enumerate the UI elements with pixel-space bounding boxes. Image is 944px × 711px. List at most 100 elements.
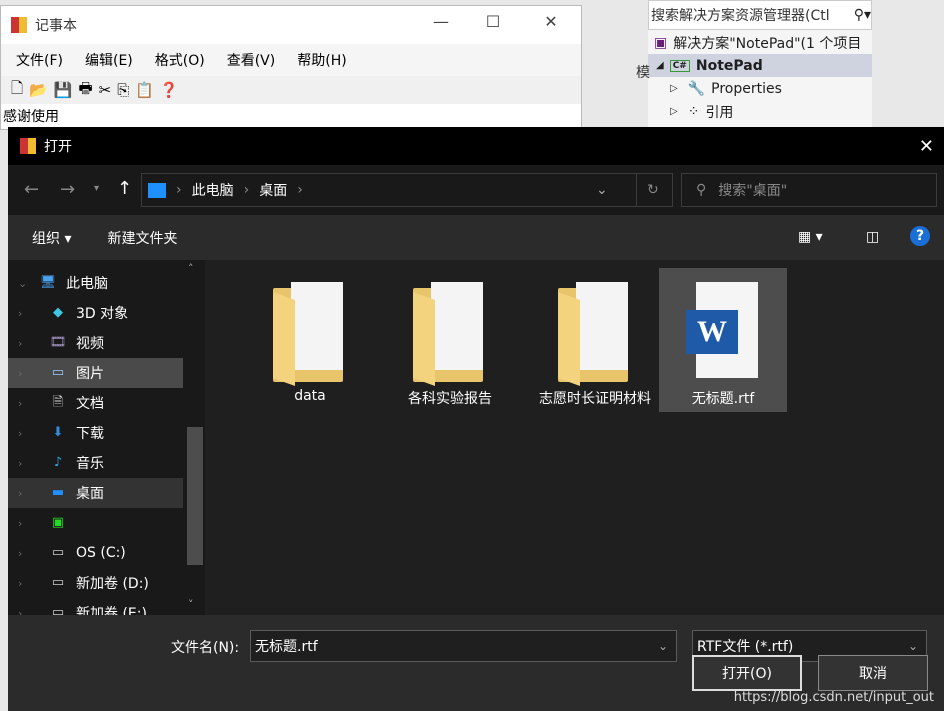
- word-document-icon: W: [686, 282, 760, 382]
- chevron-right-icon[interactable]: ›: [18, 307, 22, 320]
- chevron-right-icon[interactable]: ›: [18, 487, 22, 500]
- sidebar-item[interactable]: › ◆ 3D 对象: [8, 298, 183, 328]
- refresh-icon[interactable]: ↻: [636, 174, 659, 206]
- sidebar-item[interactable]: › ▭ 新加卷 (E:): [8, 598, 183, 615]
- pictures-icon: ▭: [51, 365, 65, 380]
- up-button[interactable]: ↑: [117, 178, 132, 199]
- search-icon[interactable]: ⚲▾: [854, 7, 871, 23]
- view-options-icon[interactable]: ▦ ▾: [798, 229, 823, 245]
- sidebar-item[interactable]: › 🗎 文档: [8, 388, 183, 418]
- dialog-close-button[interactable]: ✕: [919, 136, 934, 157]
- cut-icon[interactable]: ✂: [99, 81, 112, 99]
- csharp-project-icon: C#: [669, 59, 690, 72]
- chevron-right-icon[interactable]: ›: [18, 517, 22, 530]
- sidebar-item-label: 音乐: [76, 456, 104, 472]
- download-icon: ⬇: [52, 425, 64, 440]
- forward-button[interactable]: →: [60, 179, 75, 200]
- sidebar-item[interactable]: ⌄ 🖥 此电脑: [8, 268, 183, 298]
- properties-node[interactable]: Properties: [711, 81, 782, 97]
- cancel-button[interactable]: 取消: [818, 655, 928, 691]
- chevron-right-icon[interactable]: ›: [18, 337, 22, 350]
- open-icon[interactable]: 📂: [29, 81, 48, 99]
- address-dropdown-icon[interactable]: ⌄: [596, 182, 608, 198]
- sidebar-item[interactable]: › ♪ 音乐: [8, 448, 183, 478]
- collapse-icon[interactable]: ▷: [670, 106, 678, 117]
- notepad-text[interactable]: 感谢使用: [1, 104, 581, 128]
- recent-dropdown[interactable]: ▾: [94, 183, 99, 194]
- chevron-right-icon[interactable]: ›: [18, 367, 22, 380]
- project-node[interactable]: NotePad: [696, 58, 763, 74]
- music-icon: ♪: [53, 455, 63, 470]
- open-button[interactable]: 打开(O): [692, 655, 802, 691]
- maximize-button[interactable]: ☐: [473, 12, 513, 31]
- back-button[interactable]: ←: [24, 179, 39, 200]
- notepad-app-icon: [11, 17, 27, 33]
- menu-edit[interactable]: 编辑(E): [76, 50, 146, 70]
- navigation-pane: ⌄ 🖥 此电脑 › ◆ 3D 对象 › 🎞 视频 › ▭ 图片 › 🗎 文档 › ⬇ 下载 › ♪ 音乐 › ▬ 桌面 › ▣ › ▭…: [8, 260, 205, 615]
- chevron-right-icon[interactable]: ›: [18, 397, 22, 410]
- preview-pane-icon[interactable]: ◫: [866, 229, 879, 245]
- scrollbar-thumb[interactable]: [187, 427, 203, 565]
- video-icon: 🎞: [49, 335, 67, 350]
- drive-icon: ▭: [51, 605, 65, 615]
- breadcrumb-this-pc[interactable]: 此电脑: [192, 180, 234, 200]
- wrench-icon: 🔧: [687, 80, 706, 97]
- sidebar-item[interactable]: › 🎞 视频: [8, 328, 183, 358]
- desktop-icon: ▬: [51, 485, 65, 500]
- sidebar-item[interactable]: › ▬ 桌面: [8, 478, 183, 508]
- search-box[interactable]: ⚲ 搜索"桌面": [681, 173, 937, 207]
- file-name: 无标题.rtf: [691, 391, 755, 407]
- menu-file[interactable]: 文件(F): [7, 50, 76, 70]
- file-item[interactable]: 志愿时长证明材料: [531, 268, 659, 412]
- breadcrumb-desktop[interactable]: 桌面: [259, 180, 287, 200]
- chevron-right-icon[interactable]: ›: [18, 547, 22, 560]
- menu-help[interactable]: 帮助(H): [288, 50, 359, 70]
- chevron-right-icon[interactable]: ›: [18, 427, 22, 440]
- sidebar-item[interactable]: › ▭ OS (C:): [8, 538, 183, 568]
- scroll-down-icon[interactable]: ˅: [188, 598, 194, 611]
- filename-input[interactable]: 无标题.rtf ⌄: [250, 630, 677, 662]
- chevron-right-icon[interactable]: ›: [18, 577, 22, 590]
- solution-icon: ▣: [654, 34, 668, 51]
- sidebar-item[interactable]: › ▣: [8, 508, 183, 538]
- save-icon[interactable]: 💾: [54, 81, 73, 99]
- sidebar-item-label: 图片: [76, 366, 104, 382]
- help-icon[interactable]: ?: [910, 226, 930, 246]
- references-node[interactable]: 引用: [705, 102, 733, 122]
- cube-icon: ◆: [53, 305, 63, 320]
- scroll-up-icon[interactable]: ˄: [188, 262, 194, 275]
- computer-icon: 🖥: [39, 275, 57, 290]
- close-button[interactable]: ✕: [531, 12, 571, 31]
- solution-search-input[interactable]: 搜索解决方案资源管理器(Ctl: [651, 5, 836, 25]
- new-folder-button[interactable]: 新建文件夹: [107, 228, 177, 248]
- sidebar-item[interactable]: › ⬇ 下载: [8, 418, 183, 448]
- sidebar-item[interactable]: › ▭ 新加卷 (D:): [8, 568, 183, 598]
- open-file-dialog: 打开 ✕ ← → ▾ ↑ › 此电脑 › 桌面 › ⌄ ↻ ⚲ 搜索"桌面" 组织 ▾ …: [8, 127, 944, 711]
- organize-button[interactable]: 组织 ▾: [32, 228, 71, 248]
- menu-format[interactable]: 格式(O): [146, 50, 218, 70]
- solution-node[interactable]: 解决方案"NotePad"(1 个项目: [673, 33, 861, 53]
- collapse-icon[interactable]: ▷: [670, 83, 678, 94]
- file-item[interactable]: data: [246, 268, 374, 412]
- chevron-right-icon[interactable]: ›: [18, 607, 22, 616]
- file-item[interactable]: W 无标题.rtf: [659, 268, 787, 412]
- sidebar-item-label: OS (C:): [76, 545, 126, 561]
- folder-icon: [558, 282, 632, 387]
- help-icon[interactable]: ❓: [160, 81, 179, 99]
- navigation-scrollbar[interactable]: ˄ ˅: [185, 260, 203, 615]
- paste-icon[interactable]: 📋: [135, 81, 154, 99]
- expand-icon[interactable]: ◢: [656, 60, 664, 71]
- drive-icon: ▭: [51, 575, 65, 590]
- sidebar-item-label: 新加卷 (D:): [76, 576, 149, 592]
- file-item[interactable]: 各科实验报告: [386, 268, 514, 412]
- address-bar[interactable]: › 此电脑 › 桌面 › ⌄ ↻: [141, 173, 673, 207]
- print-icon[interactable]: 🖶: [78, 78, 92, 103]
- copy-icon[interactable]: ⎘: [117, 81, 129, 99]
- minimize-button[interactable]: —: [421, 12, 461, 31]
- menu-view[interactable]: 查看(V): [218, 50, 289, 70]
- chevron-right-icon[interactable]: ›: [18, 457, 22, 470]
- new-icon[interactable]: 🗋: [11, 78, 23, 103]
- sidebar-item[interactable]: › ▭ 图片: [8, 358, 183, 388]
- chevron-down-icon[interactable]: ⌄: [18, 277, 27, 290]
- solution-explorer: 搜索解决方案资源管理器(Ctl ⚲▾ ▣ 解决方案"NotePad"(1 个项目 ◢…: [648, 0, 872, 130]
